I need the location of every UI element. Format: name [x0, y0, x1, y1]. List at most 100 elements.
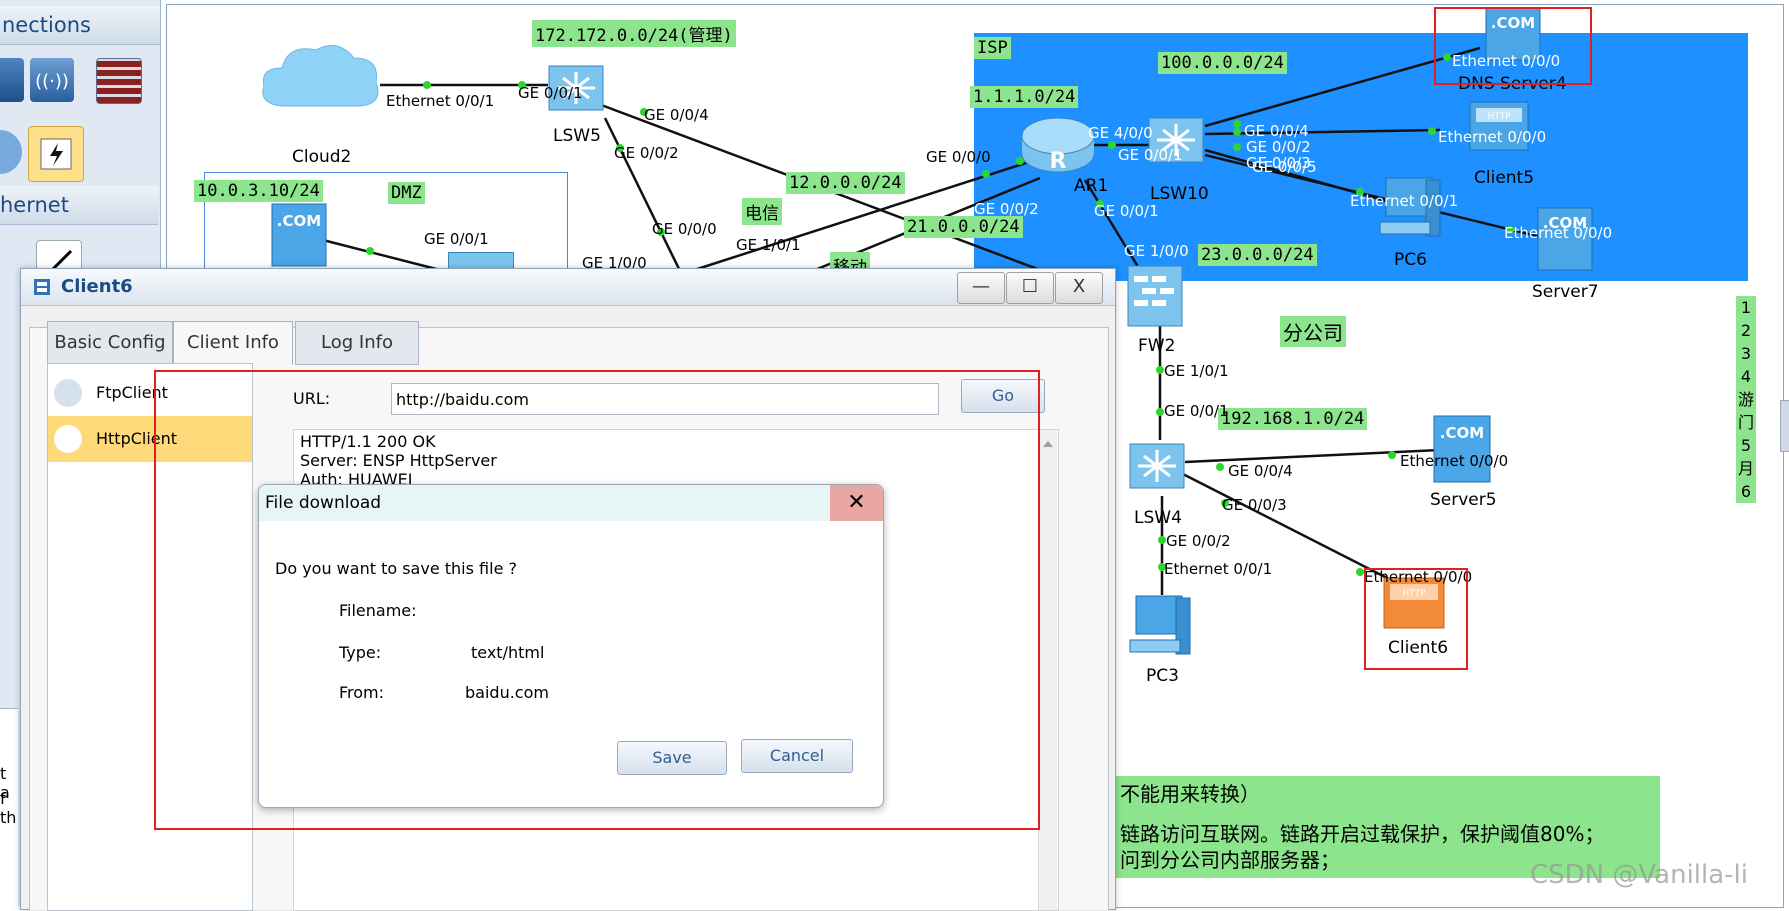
port-label: Ethernet 0/0/1	[1350, 192, 1459, 210]
tab-basic-config[interactable]: Basic Config	[47, 321, 173, 365]
client5-device[interactable]: HTTP	[1464, 96, 1534, 158]
server5-com-text: .COM	[1440, 424, 1484, 442]
port-label: GE 0/0/1	[1118, 146, 1183, 164]
client5-label: Client5	[1474, 168, 1535, 188]
net-label-telecom: 电信	[742, 198, 782, 225]
link-lsw5-core	[603, 117, 684, 276]
dialog-titlebar[interactable]: File download	[259, 485, 883, 521]
client-icon: HTTP	[1469, 101, 1529, 151]
port-label: GE 0/0/2	[614, 144, 679, 162]
tab-log-info[interactable]: Log Info	[295, 321, 419, 365]
client5-http-text: HTTP	[1487, 112, 1511, 122]
net-label-mgmt: 172.172.0.0/24(管理)	[532, 20, 736, 47]
file-download-dialog: File download ✕ Do you want to save this…	[258, 484, 884, 808]
net-label-21: 21.0.0.0/24	[904, 216, 1023, 238]
router-glyph-text: R	[1050, 149, 1067, 174]
port-label: GE 0/0/4	[644, 106, 709, 124]
ar1-router[interactable]: R	[1018, 110, 1098, 180]
net-label-100: 100.0.0.0/24	[1158, 52, 1287, 74]
vertical-requirements-index: 123 4游门 5月6	[1736, 296, 1756, 503]
port-label: GE 4/0/0	[1088, 124, 1153, 142]
highlight-client6	[1364, 568, 1468, 670]
scroll-up-icon[interactable]	[1039, 434, 1057, 454]
dialog-title: File download	[265, 493, 382, 513]
cancel-button[interactable]: Cancel	[741, 739, 853, 773]
dmz-server-device[interactable]: .COM	[268, 200, 332, 270]
server-icon: .COM	[1433, 415, 1491, 483]
fw2-firewall[interactable]	[1124, 262, 1186, 330]
lsw5-label: LSW5	[553, 126, 601, 146]
port-label: GE 0/0/1	[424, 230, 489, 248]
pc-icon	[1129, 595, 1191, 655]
port-label: GE 0/0/4	[1228, 462, 1293, 480]
port-label: GE 1/0/1	[1164, 362, 1229, 380]
from-value: baidu.com	[465, 683, 549, 702]
net-label-12: 12.0.0.0/24	[786, 172, 905, 194]
net-label-111: 1.1.1.0/24	[970, 86, 1079, 108]
net-label-192: 192.168.1.0/24	[1218, 408, 1368, 430]
tab-client-info[interactable]: Client Info	[173, 321, 293, 365]
save-button[interactable]: Save	[617, 741, 727, 775]
server-icon: .COM	[271, 203, 327, 267]
watermark: CSDN @Vanilla-li	[1530, 860, 1749, 890]
switch-icon	[1129, 443, 1185, 489]
dialog-question: Do you want to save this file ?	[275, 559, 517, 578]
pc3-label: PC3	[1146, 666, 1179, 686]
port-label: GE 0/0/3	[1222, 496, 1287, 514]
type-label: Type:	[339, 643, 382, 662]
requirements-line-3: 问到分公司内部服务器；	[1120, 848, 1340, 872]
requirements-line-1: 不能用来转换）	[1120, 782, 1260, 806]
pc6-label: PC6	[1394, 250, 1427, 270]
lsw10-label: LSW10	[1150, 184, 1209, 204]
port-label: Ethernet 0/0/0	[1438, 128, 1547, 146]
server5-device[interactable]: .COM	[1430, 412, 1496, 488]
response-scrollbar[interactable]	[1038, 430, 1057, 910]
port-label: Ethernet 0/0/0	[1504, 224, 1613, 242]
firewall-icon	[1127, 265, 1183, 327]
fw2-label: FW2	[1138, 336, 1176, 356]
server5-label: Server5	[1430, 490, 1497, 510]
server7-label: Server7	[1532, 282, 1599, 302]
port-label: GE 0/0/0	[652, 220, 717, 238]
port-label: Ethernet 0/0/0	[1400, 452, 1509, 470]
highlight-dns-server4	[1434, 7, 1592, 85]
port-label: GE 0/0/1	[1164, 402, 1229, 420]
lsw4-label: LSW4	[1134, 508, 1182, 528]
ar1-label: AR1	[1074, 176, 1109, 196]
cloud2-device[interactable]	[258, 38, 384, 116]
router-icon: R	[1021, 117, 1095, 174]
net-label-23: 23.0.0.0/24	[1198, 244, 1317, 266]
close-button[interactable]: X	[1055, 272, 1103, 304]
window-title: Client6	[61, 276, 133, 297]
filename-label: Filename:	[339, 601, 417, 620]
maximize-button[interactable]: ☐	[1006, 272, 1054, 304]
cloud2-label: Cloud2	[292, 147, 352, 167]
port-label: GE 0/0/1	[1094, 202, 1159, 220]
client-app-icon	[31, 276, 53, 298]
dmz-server-com-text: .COM	[277, 212, 321, 230]
dialog-close-button[interactable]: ✕	[830, 485, 883, 521]
ftp-client-icon	[54, 379, 82, 407]
port-label: GE 0/0/1	[518, 84, 583, 102]
port-label: GE 1/0/1	[736, 236, 801, 254]
port-label: GE 0/0/0	[926, 148, 991, 166]
net-label-isp: ISP	[974, 37, 1011, 59]
net-label-branch: 分公司	[1280, 316, 1346, 347]
type-value: text/html	[471, 643, 545, 662]
net-label-dmz: DMZ	[388, 182, 425, 204]
requirements-line-2: 链路访问互联网。链路开启过载保护，保护阈值80%；	[1120, 822, 1605, 846]
port-label: GE 1/0/0	[1124, 242, 1189, 260]
cloud-icon	[262, 45, 379, 107]
minimize-button[interactable]: —	[957, 272, 1005, 304]
port-label: GE 0/0/2	[974, 200, 1039, 218]
from-label: From:	[339, 683, 385, 702]
http-client-icon	[54, 425, 82, 453]
scroll-handle[interactable]	[1780, 400, 1789, 452]
lsw4-switch[interactable]	[1126, 434, 1190, 494]
port-label: GE 0/0/2	[1166, 532, 1231, 550]
net-label-dmz-net: 10.0.3.10/24	[194, 180, 323, 202]
port-label: Ethernet 0/0/1	[386, 92, 495, 110]
port-label: GE 0/0/5	[1252, 158, 1317, 176]
window-titlebar[interactable]: Client6 — ☐ X	[21, 269, 1115, 306]
pc3-device[interactable]	[1126, 590, 1194, 660]
